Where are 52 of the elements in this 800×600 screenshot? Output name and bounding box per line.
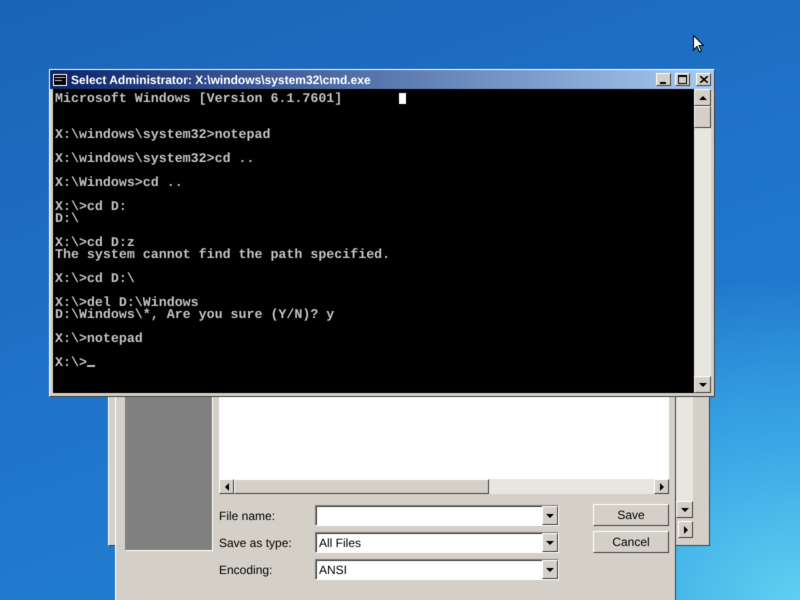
window-title: Select Administrator: X:\windows\system32\cmd.exe [71, 72, 372, 86]
scroll-right-button[interactable] [678, 521, 693, 538]
close-button[interactable] [696, 73, 711, 86]
close-x-icon [700, 76, 708, 83]
console-line: X:\>cd D:\ [55, 273, 135, 285]
field-label: Encoding: [219, 562, 274, 576]
scrollbar-thumb[interactable] [694, 106, 711, 128]
combo-box[interactable]: ANSI [315, 559, 559, 580]
scroll-right-button[interactable] [654, 479, 669, 494]
down-arrow-icon [546, 540, 554, 544]
field-label: Save as type: [219, 536, 293, 550]
field-label: File name: [219, 508, 276, 522]
combo-value: All Files [318, 536, 362, 550]
dropdown-button[interactable] [542, 506, 558, 525]
scroll-down-button[interactable] [694, 376, 711, 393]
console-icon [53, 74, 67, 86]
down-arrow-icon [546, 568, 554, 572]
console-line: D:\Windows\*, Are you sure (Y/N)? y [55, 309, 334, 321]
dropdown-button[interactable] [542, 560, 558, 579]
cancel-button[interactable]: Cancel [593, 531, 669, 553]
console-line: X:\Windows>cd .. [55, 177, 183, 189]
text-cursor [86, 365, 95, 367]
console-prompt: X:\> [55, 355, 87, 370]
console-line: X:\>cd D: [55, 201, 127, 213]
down-arrow-icon [698, 382, 706, 386]
console-line: The system cannot find the path specified. [55, 249, 390, 261]
mouse-pointer-icon [693, 35, 704, 53]
console-line: X:\windows\system32>cd .. [55, 153, 254, 165]
save-button[interactable]: Save [593, 504, 669, 526]
left-arrow-icon [224, 482, 228, 490]
combo-box[interactable] [315, 505, 559, 526]
dropdown-button[interactable] [542, 533, 558, 552]
right-arrow-icon [660, 482, 664, 490]
scroll-left-button[interactable] [219, 479, 234, 494]
right-arrow-icon [684, 526, 688, 534]
console-line: D:\ [55, 213, 79, 225]
console-line: X:\>del D:\Windows [55, 297, 199, 309]
maximize-button[interactable] [675, 73, 690, 86]
console-line: X:\>notepad [55, 333, 143, 345]
minimize-button[interactable] [656, 73, 671, 86]
up-arrow-icon [698, 96, 706, 100]
console-line: X:\>cd D:z [55, 237, 135, 249]
combo-value: ANSI [318, 562, 348, 576]
block-cursor [399, 93, 406, 104]
scrollbar-thumb[interactable] [234, 479, 489, 494]
scroll-up-button[interactable] [694, 89, 711, 106]
scroll-down-button[interactable] [676, 501, 693, 518]
console-line: X:\windows\system32>notepad [55, 129, 270, 141]
console-line: Microsoft Windows [Version 6.1.7601] [55, 93, 342, 105]
down-arrow-icon [680, 508, 688, 512]
combo-box[interactable]: All Files [315, 532, 559, 553]
down-arrow-icon [546, 514, 554, 518]
